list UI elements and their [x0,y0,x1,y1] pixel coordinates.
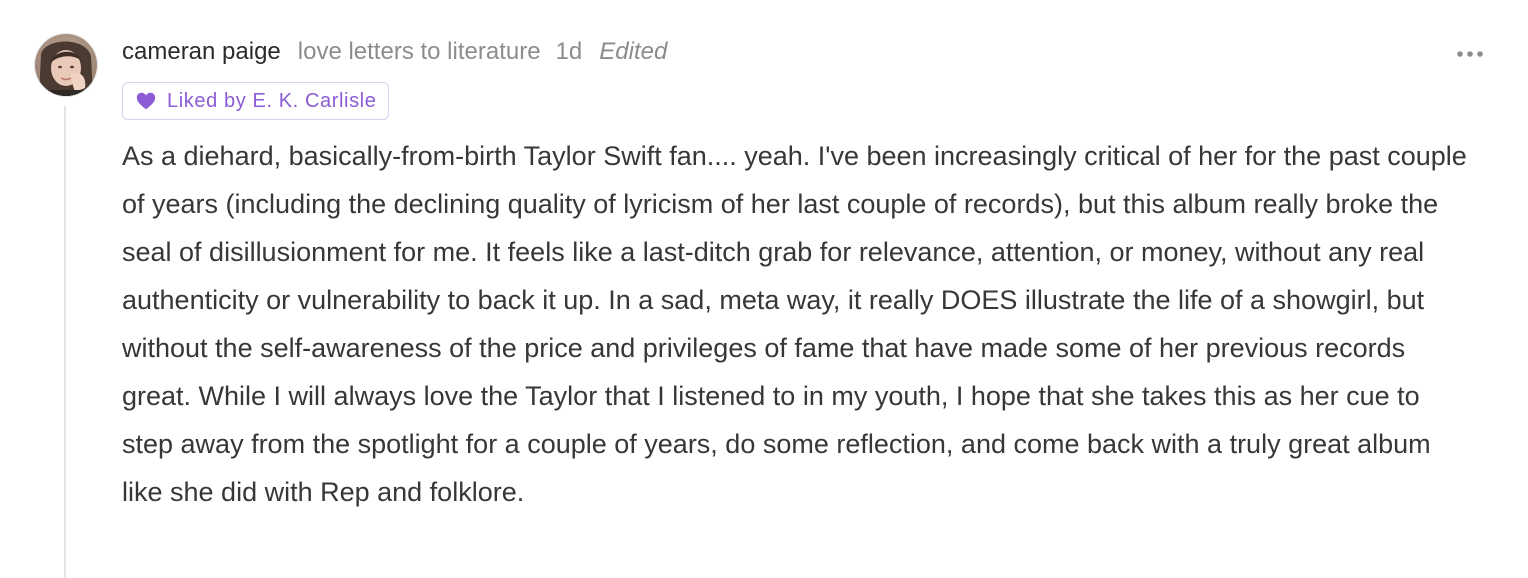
comment: cameran paige love letters to literature… [0,0,1528,578]
comment-body: As a diehard, basically-from-birth Taylo… [122,141,1467,507]
publication-name[interactable]: love letters to literature [298,38,541,66]
avatar-image [35,34,97,96]
thread-line [64,106,66,578]
liked-by-label: Liked by E. K. Carlisle [167,89,377,112]
avatar[interactable] [35,34,97,96]
edited-label: Edited [599,38,668,65]
comment-header: cameran paige love letters to literature… [122,38,667,74]
more-options-button[interactable] [1448,40,1492,68]
heart-icon [135,90,157,112]
comment-age[interactable]: 1d [556,38,583,66]
liked-by-badge[interactable]: Liked by E. K. Carlisle [122,82,390,120]
more-horizontal-icon [1457,51,1483,57]
author-name[interactable]: cameran paige [122,38,281,66]
